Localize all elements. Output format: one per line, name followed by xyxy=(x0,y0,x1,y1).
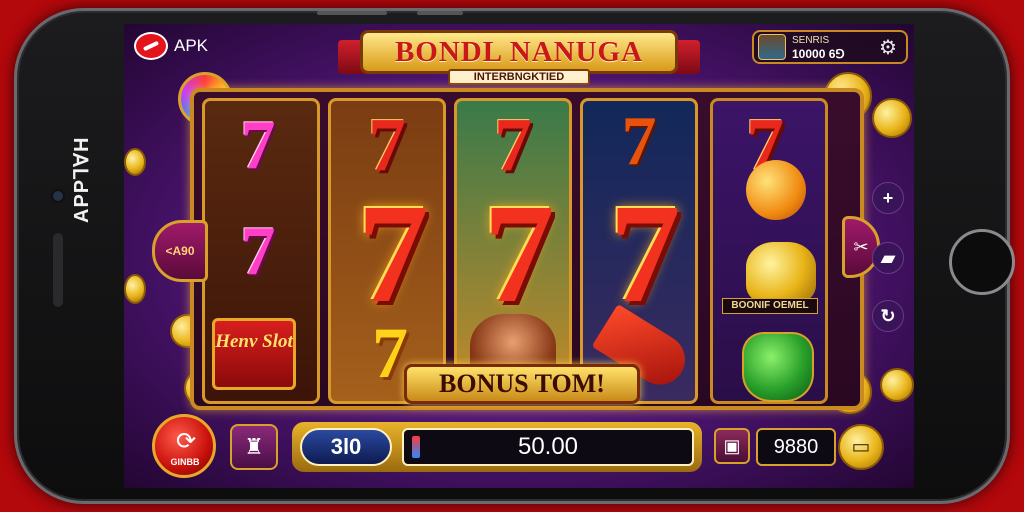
title-banner: BONDL NANUGA INTERBNGKTIED xyxy=(338,30,700,85)
apk-logo-icon xyxy=(134,32,168,60)
win-amount: 50.00 xyxy=(517,433,579,460)
spin-button[interactable]: ⟳ GINBB xyxy=(152,414,216,478)
apk-label: APK xyxy=(174,36,209,55)
bet-panel: 3l0 50.00 xyxy=(292,422,702,472)
seven-symbol: 7 xyxy=(240,213,276,290)
balance-panel: ▣ 9880 ▭ xyxy=(714,422,884,472)
speech-icon[interactable]: ▰ xyxy=(872,242,904,274)
seven-symbol: 7 xyxy=(240,107,276,184)
avatar[interactable] xyxy=(758,34,786,60)
phone-speaker xyxy=(53,233,63,307)
refresh-icon[interactable]: ↻ xyxy=(872,300,904,332)
cash-icon[interactable]: ▣ xyxy=(714,428,750,464)
big-seven-symbol: 7 xyxy=(357,174,429,332)
menu-icon[interactable]: ▭ xyxy=(838,424,884,470)
front-camera xyxy=(51,189,65,203)
side-app-label: APP⅂∀H xyxy=(71,136,93,223)
spin-label: GINBB xyxy=(170,457,200,467)
game-subtitle: INTERBNGKTIED xyxy=(448,69,590,85)
balance-display: 9880 xyxy=(756,428,836,466)
coin-icon xyxy=(124,148,146,176)
profile-name: SENRIS xyxy=(792,35,830,46)
seven-symbol: 7 xyxy=(621,103,657,180)
game-title: BONDL NANUGA xyxy=(394,35,644,68)
money-jar-symbol xyxy=(742,332,814,402)
win-marker xyxy=(412,436,420,458)
slot-machine: 7 7 Henv Slot 7 7 7 7 BOONIF OEMEL 7 7 7… xyxy=(190,88,864,410)
bonus-tag: BOONIF OEMEL xyxy=(722,298,818,314)
coin-icon xyxy=(124,274,146,304)
home-button[interactable] xyxy=(949,229,1015,295)
apk-badge: APK xyxy=(134,32,208,60)
coin-icon xyxy=(880,368,914,402)
phone-side-key xyxy=(317,11,387,15)
plus-icon[interactable]: + xyxy=(872,182,904,214)
gear-icon[interactable]: ⚙ xyxy=(876,36,900,60)
bet-amount[interactable]: 3l0 xyxy=(300,428,392,466)
bonus-banner: BONUS TOM! xyxy=(404,364,640,404)
bell-symbol xyxy=(746,242,816,304)
banner-plate: BONDL NANUGA xyxy=(360,30,678,74)
heavy-slot-symbol: Henv Slot xyxy=(212,318,296,390)
robot-icon[interactable]: ♜ xyxy=(230,424,278,470)
win-amount-display: 50.00 xyxy=(402,428,694,466)
orange-symbol xyxy=(746,160,806,220)
big-seven-symbol: 7 xyxy=(483,174,555,332)
game-screen: APK BONDL NANUGA INTERBNGKTIED SENRIS 10… xyxy=(124,24,914,488)
coin-icon xyxy=(872,98,912,138)
player-profile[interactable]: SENRIS 10000 6⅁ ⚙ xyxy=(752,30,908,64)
spin-icon: ⟳ xyxy=(175,428,197,455)
big-seven-symbol: 7 xyxy=(609,174,681,332)
scissors-icon[interactable]: ✂ xyxy=(842,216,880,278)
coin-balance: 10000 6⅁ xyxy=(792,47,845,61)
phone-side-key xyxy=(417,11,463,15)
left-arrow-button[interactable]: <A90 xyxy=(152,220,208,282)
